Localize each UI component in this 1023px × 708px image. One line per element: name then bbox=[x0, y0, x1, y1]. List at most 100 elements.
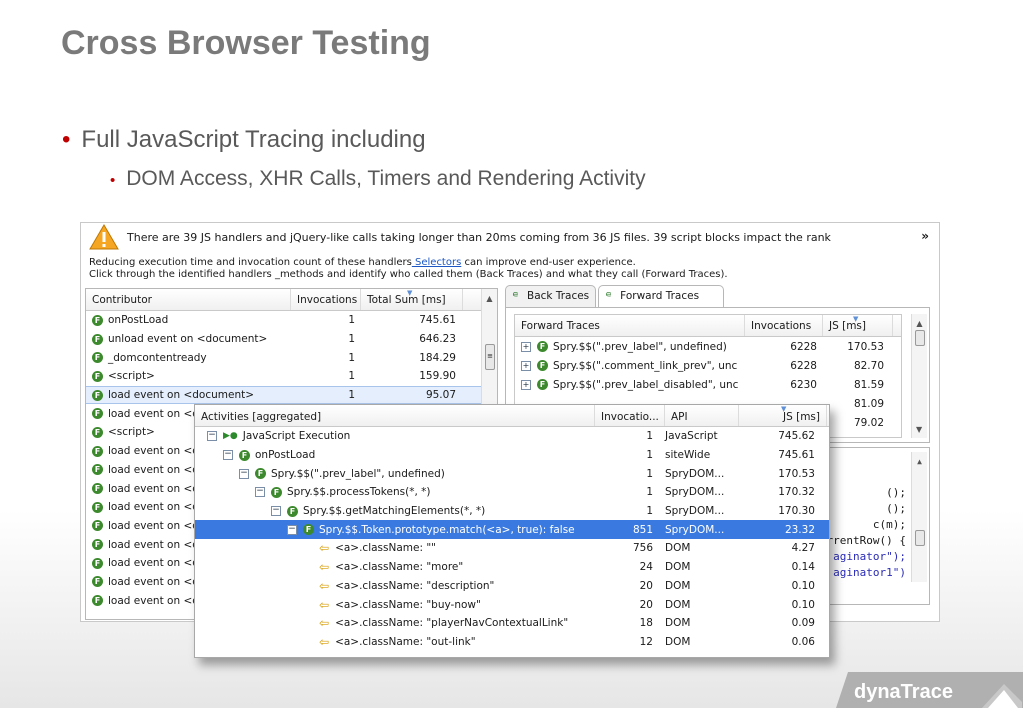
table-row[interactable]: ⇦ <a>.className: "" 756 DOM 4.27 bbox=[195, 539, 829, 558]
dom-access-icon: ⇦ bbox=[319, 597, 330, 612]
contributor-label: load event on <c bbox=[108, 557, 199, 570]
invocations-cell: 1 bbox=[348, 333, 355, 346]
collapse-node-icon[interactable]: − bbox=[271, 506, 281, 517]
table-row[interactable]: FonPostLoad 1 745.61 bbox=[86, 311, 497, 330]
description-text: Reducing execution time and invocation c… bbox=[89, 257, 728, 281]
column-header-invocations[interactable]: Invocations bbox=[745, 315, 823, 336]
column-header-activities[interactable]: Activities [aggregated] bbox=[195, 405, 595, 426]
trace-tabs: ⋴ Back Traces ⋴ Forward Traces bbox=[505, 285, 726, 307]
js-time-cell: 23.32 bbox=[784, 523, 815, 536]
api-cell: JavaScript bbox=[665, 430, 718, 443]
api-cell: DOM bbox=[665, 598, 691, 611]
desc-text: can improve end-user experience. bbox=[461, 257, 636, 268]
invocations-cell: 18 bbox=[639, 617, 653, 630]
js-time-cell: 170.53 bbox=[847, 340, 884, 353]
js-time-cell: 79.02 bbox=[853, 416, 884, 429]
scroll-up-icon[interactable]: ▲ bbox=[912, 457, 927, 466]
column-header-js[interactable]: JS [ms] ▼ bbox=[739, 405, 827, 426]
collapse-node-icon[interactable]: − bbox=[287, 524, 297, 535]
function-icon: F bbox=[92, 445, 103, 457]
table-row[interactable]: ⇦ <a>.className: "playerNavContextualLink… bbox=[195, 614, 829, 633]
total-sum-cell: 184.29 bbox=[419, 351, 456, 364]
table-row[interactable]: − FonPostLoad 1 siteWide 745.61 bbox=[195, 446, 829, 465]
table-row[interactable]: ⇦ <a>.className: "more" 24 DOM 0.14 bbox=[195, 558, 829, 577]
column-header-total-sum[interactable]: Total Sum [ms] ▼ bbox=[361, 289, 463, 310]
vertical-scrollbar[interactable]: ▲ ▼ bbox=[911, 314, 927, 438]
contributor-label: load event on <document> bbox=[108, 389, 255, 402]
collapse-node-icon[interactable]: − bbox=[255, 487, 265, 498]
bullet-level2: • DOM Access, XHR Calls, Timers and Rende… bbox=[110, 167, 646, 191]
column-header-invocations[interactable]: Invocatio... bbox=[595, 405, 665, 426]
desc-text-line2: Click through the identified handlers _m… bbox=[89, 269, 728, 280]
table-row[interactable]: + F Spry.$$(".prev_label_disabled", unc 623… bbox=[515, 375, 901, 394]
scroll-down-icon[interactable]: ▼ bbox=[916, 425, 922, 434]
api-cell: DOM bbox=[665, 635, 691, 648]
column-header-forward-traces[interactable]: Forward Traces bbox=[515, 315, 745, 336]
bullet-dot: • bbox=[110, 172, 116, 189]
scroll-thumb[interactable] bbox=[915, 530, 925, 546]
scroll-up-icon[interactable]: ▲ bbox=[912, 319, 927, 328]
expand-icon[interactable]: + bbox=[521, 379, 531, 390]
table-row[interactable]: + F Spry.$$(".comment_link_prev", unc 6228 8… bbox=[515, 356, 901, 375]
function-icon: F bbox=[537, 360, 548, 371]
contributor-label: <script> bbox=[108, 370, 155, 383]
function-icon: F bbox=[92, 408, 103, 420]
bullet-dot: • bbox=[62, 126, 71, 153]
slide-title: Cross Browser Testing bbox=[61, 24, 431, 62]
table-row[interactable]: − F Spry.$$(".prev_label", undefined) 1 Spry… bbox=[195, 464, 829, 483]
invocations-cell: 1 bbox=[646, 467, 653, 480]
table-row[interactable]: Funload event on <document> 1 646.23 bbox=[86, 330, 497, 349]
table-row[interactable]: ⇦ <a>.className: "description" 20 DOM 0.10 bbox=[195, 577, 829, 596]
expand-icon[interactable]: + bbox=[521, 360, 531, 371]
function-icon: F bbox=[537, 341, 548, 352]
collapse-node-icon[interactable]: − bbox=[223, 450, 233, 461]
invocations-cell: 756 bbox=[632, 542, 653, 555]
activity-rows: − ▶● JavaScript Execution 1 JavaScript 745.62… bbox=[195, 427, 829, 651]
activity-label: Spry.$$.getMatchingElements(*, *) bbox=[303, 505, 486, 518]
js-time-cell: 170.30 bbox=[778, 505, 815, 518]
contributor-label: load event on <c bbox=[108, 501, 199, 514]
table-row[interactable]: F _domcontentready 1 184.29 bbox=[86, 348, 497, 367]
sort-desc-icon: ▼ bbox=[781, 405, 787, 413]
contributor-label: load event on <c bbox=[108, 594, 199, 607]
tab-forward-traces[interactable]: ⋴ Forward Traces bbox=[598, 285, 725, 307]
js-time-cell: 0.10 bbox=[791, 579, 815, 592]
column-header-js[interactable]: JS [ms] ▼ bbox=[823, 315, 893, 336]
column-header-invocations[interactable]: Invocations bbox=[291, 289, 361, 310]
vertical-scrollbar[interactable]: ▲ bbox=[911, 452, 927, 582]
table-row[interactable]: ⇦ <a>.className: "buy-now" 20 DOM 0.10 bbox=[195, 595, 829, 614]
table-row[interactable]: − F Spry.$$.getMatchingElements(*, *) 1 Spry… bbox=[195, 502, 829, 521]
tab-back-traces[interactable]: ⋴ Back Traces bbox=[505, 285, 597, 307]
table-row[interactable]: − F Spry.$$.processTokens(*, *) 1 SpryDOM...… bbox=[195, 483, 829, 502]
contributor-label: load event on <c bbox=[108, 445, 199, 458]
activity-label: <a>.className: "" bbox=[335, 542, 437, 555]
collapse-icon[interactable]: » bbox=[921, 229, 929, 243]
expand-icon[interactable]: + bbox=[521, 341, 531, 352]
table-row[interactable]: ⇦ <a>.className: "out-link" 12 DOM 0.06 bbox=[195, 633, 829, 652]
table-header: Contributor Invocations Total Sum [ms] ▼ bbox=[86, 289, 497, 311]
table-row[interactable]: − F Spry.$$.Token.prototype.match(<a>, tru… bbox=[195, 520, 829, 540]
js-time-cell: 81.09 bbox=[853, 397, 884, 410]
collapse-node-icon[interactable]: − bbox=[239, 468, 249, 479]
scroll-thumb[interactable] bbox=[915, 330, 925, 346]
contributor-label: load event on <c bbox=[108, 575, 199, 588]
table-header: Forward Traces Invocations JS [ms] ▼ bbox=[515, 315, 901, 337]
invocations-cell: 1 bbox=[646, 486, 653, 499]
table-row[interactable]: − ▶● JavaScript Execution 1 JavaScript 745.62 bbox=[195, 427, 829, 446]
table-row[interactable]: + F Spry.$$(".prev_label", undefined) 6228 1… bbox=[515, 337, 901, 356]
activity-name: ⇦ <a>.className: "playerNavContextualLink… bbox=[195, 616, 595, 630]
collapse-node-icon[interactable]: − bbox=[207, 431, 217, 442]
warning-icon bbox=[89, 224, 119, 250]
selectors-link[interactable]: Selectors bbox=[412, 257, 461, 268]
table-row[interactable]: Fload event on <document> 1 95.07 bbox=[86, 385, 497, 405]
js-time-cell: 4.27 bbox=[791, 542, 815, 555]
table-row[interactable]: F <script> 1 159.90 bbox=[86, 367, 497, 386]
scroll-thumb[interactable]: ≡ bbox=[485, 344, 495, 370]
column-header-contributor[interactable]: Contributor bbox=[86, 289, 291, 310]
invocations-cell: 1 bbox=[348, 314, 355, 327]
column-header-label: JS [ms] bbox=[829, 320, 866, 332]
scroll-up-icon[interactable]: ▲ bbox=[482, 294, 497, 303]
js-time-cell: 170.53 bbox=[778, 467, 815, 480]
function-icon: F bbox=[92, 389, 103, 401]
column-header-api[interactable]: API bbox=[665, 405, 739, 426]
